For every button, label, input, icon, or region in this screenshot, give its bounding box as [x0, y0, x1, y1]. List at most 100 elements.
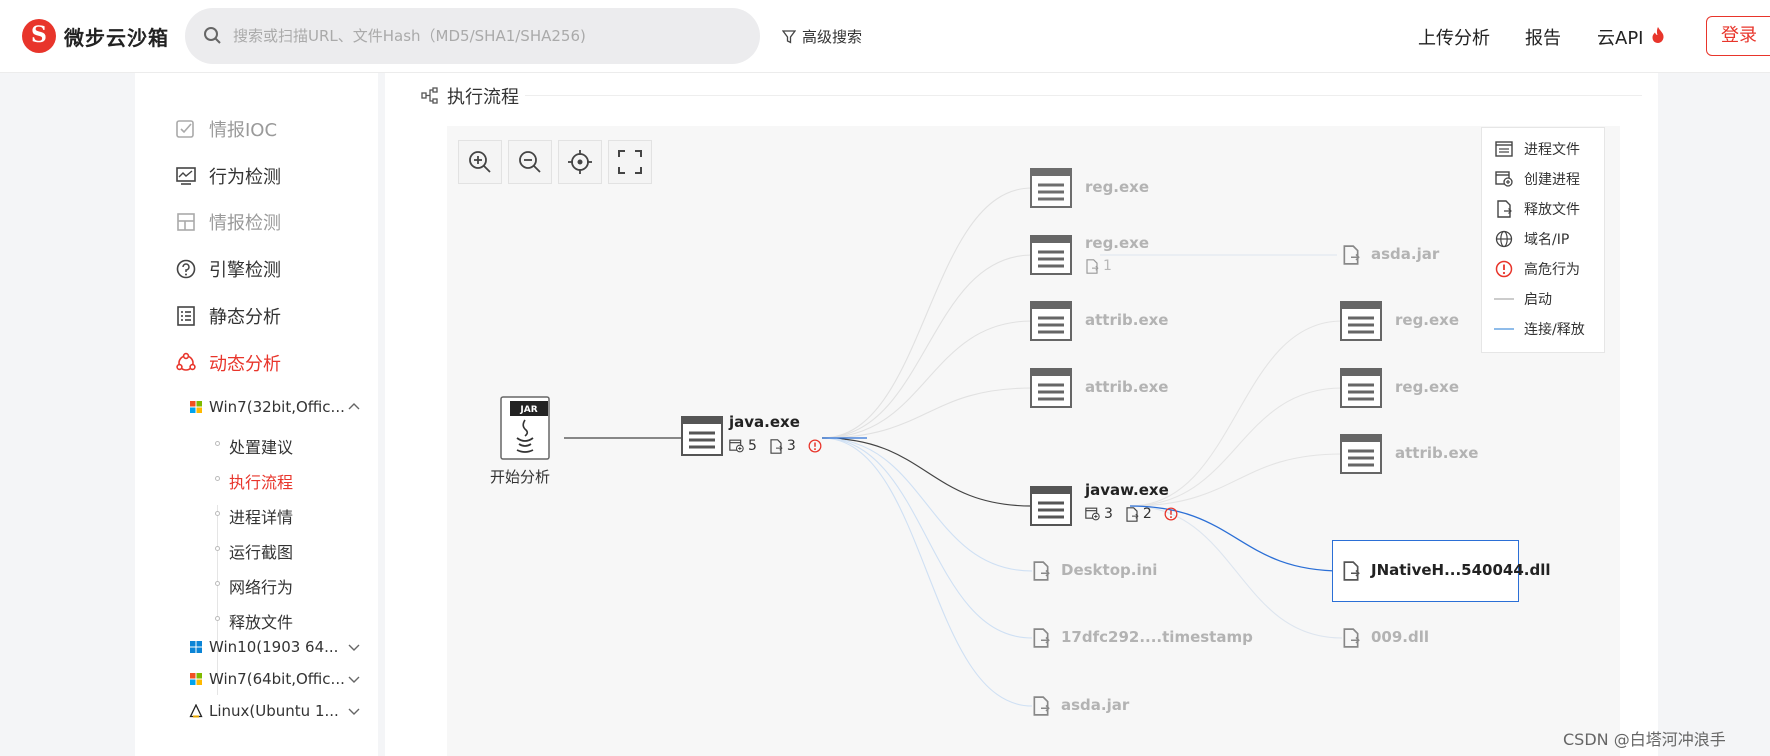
zoom-in-button[interactable]	[458, 140, 502, 184]
env-linux[interactable]: Linux(Ubuntu 1...	[189, 702, 361, 720]
sub-dot	[215, 546, 220, 551]
sidebar-item-engine[interactable]: 引擎检测	[175, 254, 281, 284]
release-file-icon	[770, 438, 783, 454]
legend-label: 启动	[1524, 292, 1552, 308]
zoom-out-button[interactable]	[508, 140, 552, 184]
fullscreen-button[interactable]	[608, 140, 652, 184]
windows-logo-icon	[190, 673, 202, 685]
sub-dot	[215, 511, 220, 516]
create-process-icon	[1085, 507, 1100, 521]
process-file-icon[interactable]	[1030, 301, 1072, 341]
node-javaw-exe[interactable]: javaw.exe	[1085, 481, 1169, 499]
env-label: Linux(Ubuntu 1...	[209, 702, 339, 720]
sub-item-released-files[interactable]: 释放文件	[229, 609, 293, 633]
process-file-icon[interactable]	[1030, 368, 1072, 408]
node-reg-exe[interactable]: reg.exe	[1395, 311, 1459, 329]
alert-circle-icon	[1164, 507, 1178, 521]
blue-line-icon	[1494, 328, 1514, 330]
release-file-icon[interactable]	[1342, 628, 1360, 648]
node-javaw-badges: 3 2	[1085, 506, 1178, 522]
fullscreen-icon	[618, 150, 642, 174]
process-file-icon[interactable]	[1030, 235, 1072, 275]
flow-graph-canvas[interactable]: 进程文件 创建进程 释放文件 域名/IP 高危行为 启动 连接/释放 JAR 开…	[447, 126, 1620, 756]
env-win7-32[interactable]: Win7(32bit,Offic...	[189, 398, 361, 416]
nav-upload-link[interactable]: 上传分析	[1418, 24, 1490, 50]
advanced-search-button[interactable]: 高级搜索	[782, 26, 862, 47]
windows10-logo-icon	[190, 641, 202, 653]
zoom-in-icon	[469, 151, 491, 173]
sub-item-network[interactable]: 网络行为	[229, 574, 293, 598]
sub-item-execution-flow[interactable]: 执行流程	[229, 469, 293, 493]
search-icon	[204, 27, 221, 44]
node-009-dll[interactable]: 009.dll	[1371, 628, 1429, 646]
watermark: CSDN @白塔河冲浪手	[1563, 730, 1726, 749]
monitor-chart-icon	[176, 167, 196, 185]
sub-item-process-detail[interactable]: 进程详情	[229, 504, 293, 528]
alert-circle-icon	[1495, 260, 1513, 278]
search-bar[interactable]	[185, 8, 760, 64]
node-desktop-ini[interactable]: Desktop.ini	[1061, 561, 1157, 579]
section-title: 执行流程	[447, 87, 519, 108]
process-file-icon[interactable]	[1340, 368, 1382, 408]
legend-item: 启动	[1494, 289, 1552, 309]
nav-api-link[interactable]: 云API	[1597, 24, 1643, 50]
process-file-icon[interactable]	[1340, 434, 1382, 474]
start-node[interactable]: JAR	[499, 396, 551, 460]
chevron-up-icon	[348, 403, 360, 410]
sub-item-screenshots[interactable]: 运行截图	[229, 539, 293, 563]
node-reg-exe[interactable]: reg.exe	[1085, 178, 1149, 196]
process-file-icon[interactable]	[681, 416, 723, 456]
env-label: Win7(64bit,Offic...	[209, 670, 345, 688]
node-attrib-exe[interactable]: attrib.exe	[1085, 378, 1168, 396]
nav-report-link[interactable]: 报告	[1525, 24, 1561, 50]
svg-text:JAR: JAR	[519, 405, 537, 415]
sidebar-item-intel-ioc[interactable]: 情报IOC	[175, 114, 277, 144]
node-jnative-dll[interactable]: JNativeH...540044.dll	[1371, 561, 1551, 579]
node-java-exe[interactable]: java.exe	[729, 413, 800, 431]
release-file-icon[interactable]	[1032, 561, 1050, 581]
node-asda-jar[interactable]: asda.jar	[1371, 245, 1439, 263]
logo[interactable]: S 微步云沙箱	[22, 19, 169, 53]
legend-label: 域名/IP	[1524, 232, 1570, 248]
chevron-down-icon	[348, 644, 360, 651]
process-file-icon[interactable]	[1340, 301, 1382, 341]
sidebar-item-static[interactable]: 静态分析	[175, 301, 281, 331]
login-button[interactable]: 登录	[1706, 16, 1770, 56]
node-reg-exe[interactable]: reg.exe	[1085, 234, 1149, 252]
process-file-icon[interactable]	[1030, 486, 1072, 526]
legend-item: 进程文件	[1494, 139, 1580, 159]
node-attrib-exe[interactable]: attrib.exe	[1395, 444, 1478, 462]
legend-label: 进程文件	[1524, 142, 1580, 158]
release-file-icon[interactable]	[1342, 245, 1360, 265]
node-timestamp-file[interactable]: 17dfc292....timestamp	[1061, 628, 1253, 646]
zoom-out-icon	[519, 151, 541, 173]
filter-icon	[782, 29, 796, 44]
sub-item-advice[interactable]: 处置建议	[229, 434, 293, 458]
sub-nav-line	[217, 505, 218, 695]
sidebar-item-dynamic[interactable]: 动态分析	[175, 348, 281, 378]
sidebar-item-behavior[interactable]: 行为检测	[175, 161, 281, 191]
node-attrib-exe[interactable]: attrib.exe	[1085, 311, 1168, 329]
release-file-icon[interactable]	[1032, 696, 1050, 716]
release-file-icon	[1497, 200, 1512, 218]
center-button[interactable]	[558, 140, 602, 184]
search-input[interactable]	[233, 22, 733, 50]
sidebar-item-intel-detect[interactable]: 情报检测	[175, 207, 281, 237]
sidebar-item-label: 静态分析	[209, 307, 281, 328]
chevron-down-icon	[348, 708, 360, 715]
sidebar-item-label: 情报检测	[209, 213, 281, 234]
env-win10[interactable]: Win10(1903 64...	[189, 638, 361, 656]
list-doc-icon	[177, 306, 195, 326]
globe-icon	[1495, 230, 1513, 248]
env-label: Win10(1903 64...	[209, 638, 339, 656]
release-file-icon[interactable]	[1342, 561, 1360, 581]
logo-mark: S	[22, 19, 56, 53]
process-file-icon[interactable]	[1030, 168, 1072, 208]
sidebar-item-label: 动态分析	[209, 354, 281, 375]
windows-logo-icon	[190, 401, 202, 413]
env-win7-64[interactable]: Win7(64bit,Offic...	[189, 670, 361, 688]
alert-circle-icon	[808, 439, 822, 453]
release-file-icon[interactable]	[1032, 628, 1050, 648]
node-asda-jar[interactable]: asda.jar	[1061, 696, 1129, 714]
node-reg-exe[interactable]: reg.exe	[1395, 378, 1459, 396]
